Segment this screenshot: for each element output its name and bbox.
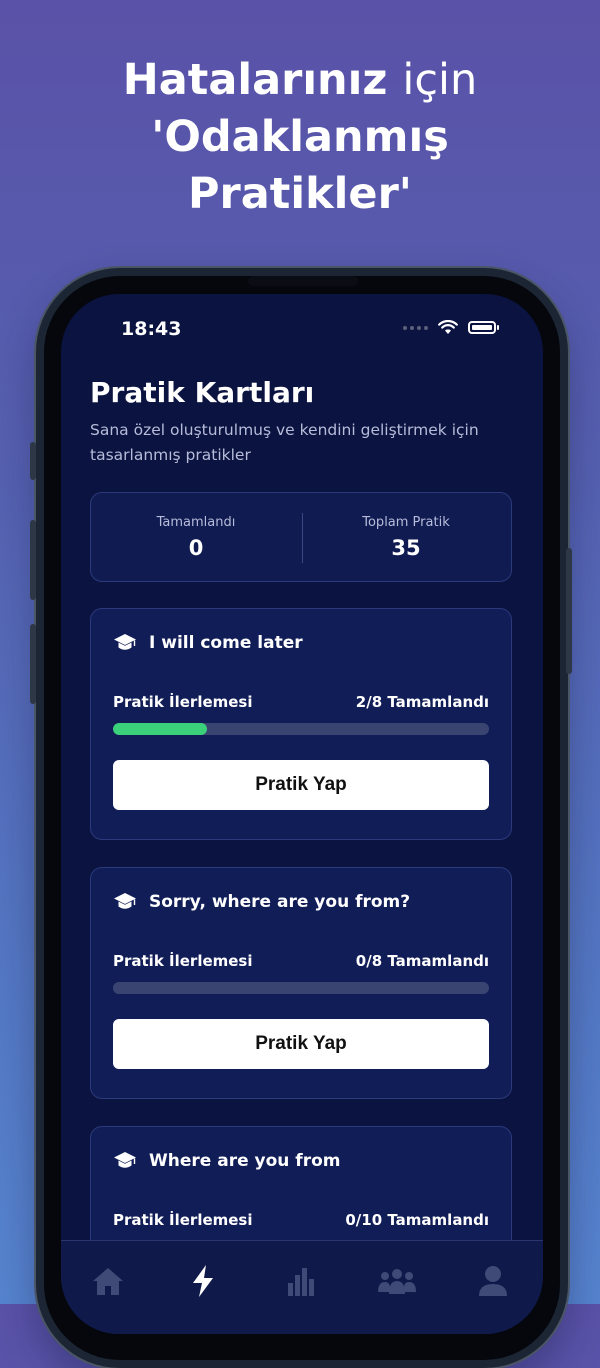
card-header: Where are you from bbox=[113, 1151, 340, 1171]
phone-power-button bbox=[566, 548, 572, 674]
practice-button[interactable]: Pratik Yap bbox=[113, 760, 489, 810]
status-time: 18:43 bbox=[121, 318, 182, 340]
status-indicators bbox=[403, 320, 499, 335]
progress-row: Pratik İlerlemesi 2/8 Tamamlandı bbox=[113, 693, 489, 711]
community-icon bbox=[378, 1269, 416, 1294]
stat-total-value: 35 bbox=[391, 536, 421, 560]
graduation-cap-icon bbox=[114, 893, 136, 909]
tab-community[interactable] bbox=[377, 1261, 417, 1301]
tab-practice[interactable] bbox=[183, 1261, 223, 1301]
tab-profile[interactable] bbox=[473, 1261, 513, 1301]
progress-row: Pratik İlerlemesi 0/8 Tamamlandı bbox=[113, 952, 489, 970]
progress-label: Pratik İlerlemesi bbox=[113, 693, 253, 711]
page-title: Pratik Kartları bbox=[90, 376, 315, 409]
headline-line3: Pratikler' bbox=[188, 169, 412, 219]
progress-text: 2/8 Tamamlandı bbox=[355, 693, 489, 711]
card-title: Where are you from bbox=[149, 1151, 341, 1171]
progress-label: Pratik İlerlemesi bbox=[113, 1211, 253, 1229]
tab-bar bbox=[61, 1240, 543, 1334]
home-icon bbox=[93, 1268, 123, 1295]
progress-row: Pratik İlerlemesi 0/10 Tamamlandı bbox=[113, 1211, 489, 1229]
stat-total-label: Toplam Pratik bbox=[362, 515, 450, 530]
graduation-cap-icon bbox=[114, 1152, 136, 1168]
stat-total: Toplam Pratik 35 bbox=[301, 493, 511, 581]
progress-text: 0/10 Tamamlandı bbox=[345, 1211, 489, 1229]
tab-stats[interactable] bbox=[281, 1261, 321, 1301]
phone-speaker bbox=[248, 276, 358, 286]
progress-label: Pratik İlerlemesi bbox=[113, 952, 253, 970]
tab-home[interactable] bbox=[88, 1261, 128, 1301]
progress-bar bbox=[113, 982, 489, 994]
signal-dots-icon bbox=[403, 325, 428, 330]
headline-line1-bold: Hatalarınız bbox=[122, 55, 388, 105]
profile-icon bbox=[479, 1266, 507, 1296]
promo-headline: Hatalarınız için 'Odaklanmış Pratikler' bbox=[0, 52, 600, 223]
stat-completed: Tamamlandı 0 bbox=[91, 493, 301, 581]
headline-line2: 'Odaklanmış bbox=[151, 112, 449, 162]
app-screen: 18:43 Pratik Kartları Sana özel oluşturu… bbox=[61, 294, 543, 1334]
stats-panel: Tamamlandı 0 Toplam Pratik 35 bbox=[90, 492, 512, 582]
page-subtitle: Sana özel oluşturulmuş ve kendini gelişt… bbox=[90, 421, 479, 464]
phone-volume-up bbox=[30, 520, 36, 600]
card-header: I will come later bbox=[113, 633, 303, 653]
wifi-icon bbox=[438, 320, 458, 334]
progress-bar-fill bbox=[113, 723, 207, 735]
progress-bar bbox=[113, 723, 489, 735]
headline-line1-light: için bbox=[402, 55, 478, 105]
bar-chart-icon bbox=[288, 1268, 314, 1296]
card-header: Sorry, where are you from? bbox=[113, 892, 410, 912]
card-title: I will come later bbox=[149, 633, 303, 653]
progress-text: 0/8 Tamamlandı bbox=[355, 952, 489, 970]
practice-card[interactable]: I will come later Pratik İlerlemesi 2/8 … bbox=[90, 608, 512, 840]
battery-icon bbox=[468, 321, 496, 334]
phone-volume-down bbox=[30, 624, 36, 704]
stat-completed-value: 0 bbox=[188, 536, 204, 560]
graduation-cap-icon bbox=[114, 634, 136, 650]
stat-completed-label: Tamamlandı bbox=[156, 515, 236, 530]
phone-mute-switch bbox=[30, 442, 36, 480]
lightning-icon bbox=[193, 1265, 213, 1297]
card-title: Sorry, where are you from? bbox=[149, 892, 411, 912]
practice-card[interactable]: Sorry, where are you from? Pratik İlerle… bbox=[90, 867, 512, 1099]
practice-button[interactable]: Pratik Yap bbox=[113, 1019, 489, 1069]
